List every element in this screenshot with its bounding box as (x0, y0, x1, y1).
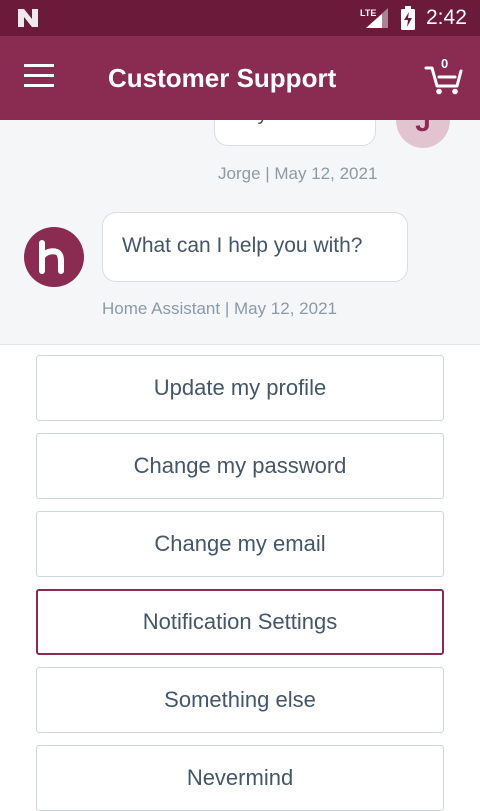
battery-charging-icon (401, 6, 415, 30)
svg-text:LTE: LTE (360, 8, 376, 18)
divider (0, 344, 480, 345)
user-avatar: J (396, 120, 450, 148)
menu-button[interactable] (24, 64, 60, 92)
status-bar: LTE 2:42 (0, 0, 480, 36)
user-message-meta: Jorge | May 12, 2021 (218, 164, 378, 183)
user-message-bubble: My (214, 120, 376, 146)
option-notification-settings[interactable]: Notification Settings (36, 589, 444, 655)
option-update-profile[interactable]: Update my profile (36, 355, 444, 421)
cart-count-badge: 0 (441, 56, 449, 71)
option-something-else[interactable]: Something else (36, 667, 444, 733)
n-logo-icon (18, 9, 38, 27)
bot-message-bubble: What can I help you with? (102, 212, 408, 282)
home-assistant-logo-icon (39, 240, 64, 274)
bot-message-meta: Home Assistant | May 12, 2021 (102, 299, 337, 318)
hamburger-icon (24, 64, 54, 67)
option-nevermind[interactable]: Nevermind (36, 745, 444, 811)
bot-message-text: What can I help you with? (122, 234, 363, 257)
page-title: Customer Support (108, 63, 337, 93)
lte-signal-icon: LTE (360, 8, 388, 28)
status-time: 2:42 (426, 6, 467, 29)
option-change-password[interactable]: Change my password (36, 433, 444, 499)
bot-avatar (24, 227, 84, 287)
option-change-email[interactable]: Change my email (36, 511, 444, 577)
user-message-text: My (241, 120, 268, 126)
chat-area[interactable]: My J Jorge | May 12, 2021 What can I hel… (0, 120, 480, 344)
app-bar: Customer Support 0 (0, 36, 480, 120)
